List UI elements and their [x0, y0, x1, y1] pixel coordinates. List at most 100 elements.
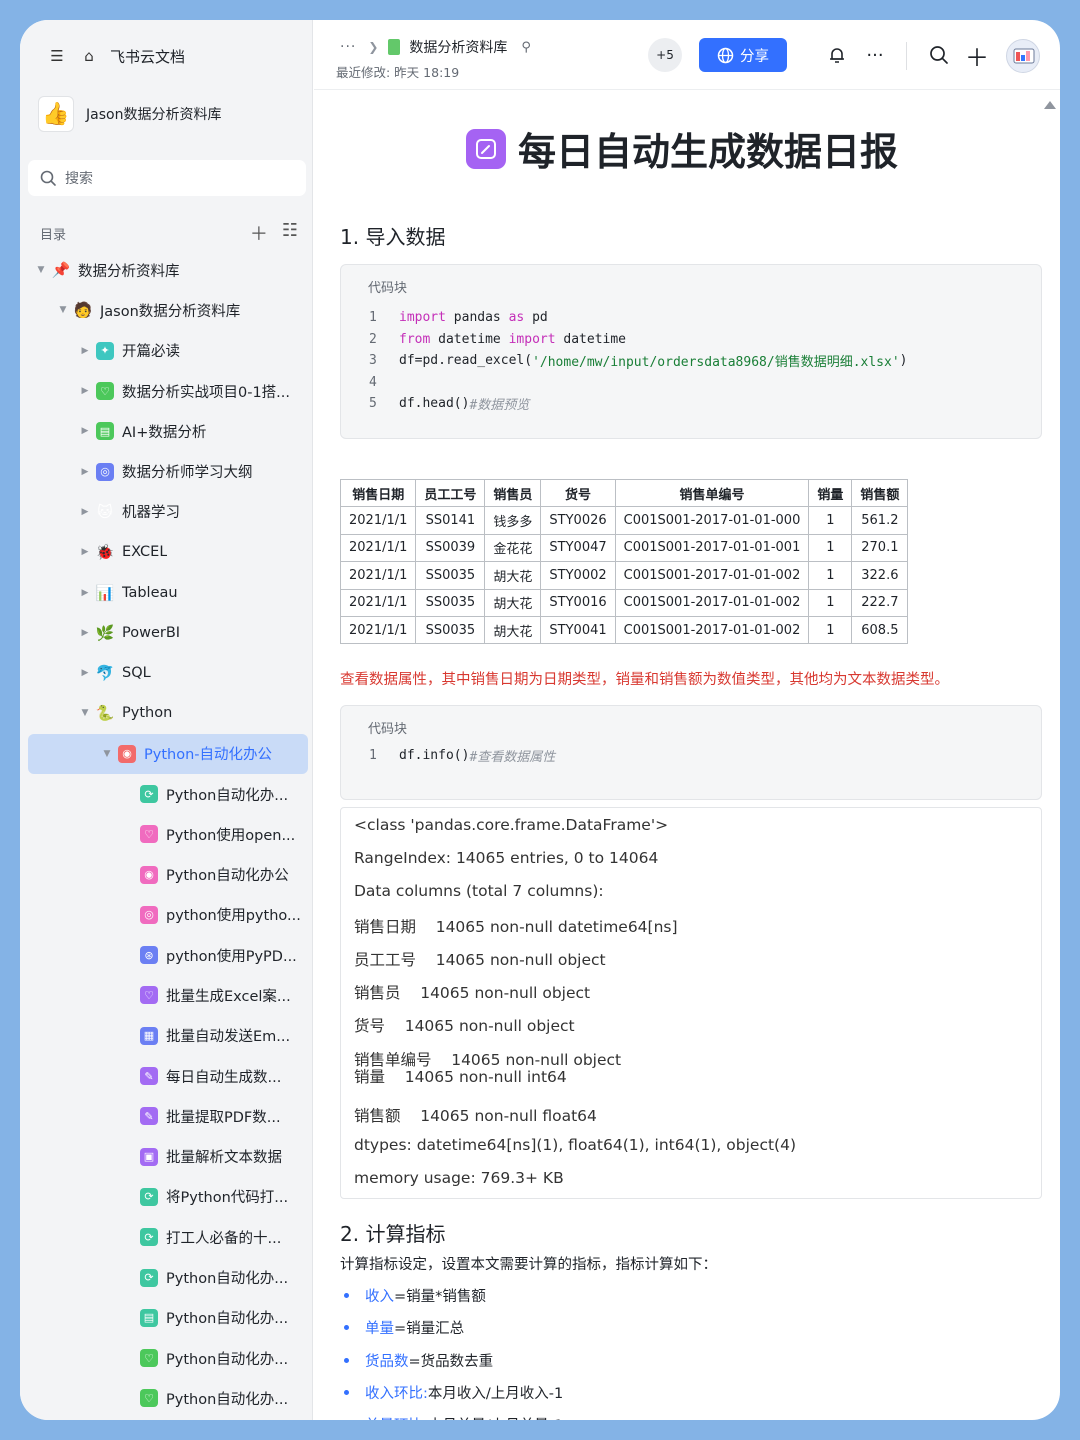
table-cell: 2021/1/1: [339, 615, 417, 645]
metric-name[interactable]: 单量环比:: [365, 1414, 428, 1420]
sidebar-item[interactable]: ▶ ◎ 数据分析师学习大纲: [28, 451, 308, 491]
sidebar-item[interactable]: ▶ ✦ 开篇必读: [28, 331, 308, 371]
caret-right-icon[interactable]: ▶: [78, 426, 92, 436]
doc-type-icon: 🌿: [95, 623, 115, 642]
code-line: 4: [369, 374, 377, 390]
sidebar-item[interactable]: ♡ Python自动化办...: [28, 1378, 308, 1418]
caret-right-icon[interactable]: ▶: [78, 346, 92, 356]
code-block-1[interactable]: 代码块 1 import pandas as pd 2 from datetime …: [340, 264, 1042, 439]
sidebar-item[interactable]: ♡ Python使用open...: [28, 814, 308, 854]
collapse-sidebar-icon[interactable]: ☰: [46, 45, 68, 67]
sidebar-item-label: Python自动化办公: [166, 868, 289, 885]
caret-right-icon[interactable]: ▶: [78, 467, 92, 477]
breadcrumb-doc-name[interactable]: 数据分析资料库: [409, 37, 507, 57]
search-box[interactable]: 搜索: [28, 160, 306, 196]
sidebar-item[interactable]: ▶ 🐞 EXCEL: [28, 532, 308, 572]
sidebar-item[interactable]: ♡ Python自动化办...: [28, 1338, 308, 1378]
sidebar-item[interactable]: ▶ 🐬 SQL: [28, 653, 308, 693]
sidebar-item[interactable]: ▶ 🌿 PowerBI: [28, 613, 308, 653]
sidebar-item[interactable]: ▶ ♡ 数据分析实战项目0-1搭...: [28, 371, 308, 411]
search-icon[interactable]: [926, 42, 952, 68]
sidebar-item[interactable]: ⟳ Python自动化办...: [28, 774, 308, 814]
doc-type-icon: 🧑: [73, 301, 93, 320]
metric-name[interactable]: 收入: [365, 1285, 394, 1306]
sidebar-item[interactable]: ✎ 每日自动生成数...: [28, 1056, 308, 1096]
code-line: 5 df.head() #数据预览: [369, 396, 530, 414]
scroll-up-arrow[interactable]: [1044, 101, 1056, 109]
pin-icon[interactable]: ⚲: [521, 40, 531, 55]
output-block: <class 'pandas.core.frame.DataFrame'> Ran…: [340, 807, 1042, 1199]
more-icon[interactable]: ···: [862, 42, 888, 68]
code-block-2[interactable]: 代码块 1 df.info() #查看数据属性: [340, 705, 1042, 800]
output-line: dtypes: datetime64[ns](1), float64(1), i…: [354, 1136, 796, 1154]
doc-type-icon: ⟳: [140, 1228, 158, 1247]
sidebar-item[interactable]: ✎ 批量提取PDF数...: [28, 1096, 308, 1136]
sidebar-item[interactable]: ♡ 批量生成Excel案...: [28, 975, 308, 1015]
thumbs-up-icon: 👍: [38, 96, 74, 132]
list-settings-icon[interactable]: ☷: [282, 220, 298, 246]
sidebar-item[interactable]: ▶ 🐱 机器学习: [28, 492, 308, 532]
sidebar-item-label: Python-自动化办公: [144, 747, 272, 764]
create-icon[interactable]: ＋: [964, 42, 990, 72]
table-cell: SS0035: [415, 588, 486, 617]
sidebar-item[interactable]: ▶ ▤ AI+数据分析: [28, 411, 308, 451]
caret-down-icon[interactable]: ▼: [100, 749, 114, 759]
sidebar-item-label: Python自动化办...: [166, 787, 289, 804]
sidebar-item[interactable]: ◉ Python自动化办公: [28, 854, 308, 894]
share-button[interactable]: 分享: [699, 38, 787, 72]
sidebar-item[interactable]: ▦ 批量自动发送Em...: [28, 1016, 308, 1056]
section-heading-2: 2. 计算指标: [340, 1222, 446, 1246]
sidebar-item[interactable]: ⟳ Python自动化办...: [28, 1257, 308, 1297]
page-title: 每日自动生成数据日报: [518, 130, 899, 174]
table-cell: 胡大花: [484, 615, 542, 645]
sidebar-item[interactable]: ▣ 批量解析文本数据: [28, 1137, 308, 1177]
sidebar-item[interactable]: ▼ 🐍 Python: [28, 693, 308, 733]
sidebar-item[interactable]: ▼ 🧑 Jason数据分析资料库: [28, 290, 308, 330]
bell-icon[interactable]: [824, 42, 850, 68]
sidebar-item[interactable]: ⟳ 打工人必备的十...: [28, 1217, 308, 1257]
home-icon[interactable]: ⌂: [78, 45, 100, 67]
table-cell: 1: [808, 533, 853, 563]
metric-name[interactable]: 单量: [365, 1317, 394, 1338]
code-line: 2 from datetime import datetime: [369, 331, 627, 347]
output-line: RangeIndex: 14065 entries, 0 to 14064: [354, 849, 659, 867]
table-cell: C001S001-2017-01-01-001: [614, 533, 810, 563]
doc-type-icon: ◎: [96, 462, 114, 481]
sidebar-item[interactable]: ▤ Python自动化办...: [28, 1298, 308, 1338]
caret-right-icon[interactable]: ▶: [78, 547, 92, 557]
sidebar-item-label: Python自动化办...: [166, 1351, 289, 1368]
sidebar-item[interactable]: ⊛ python使用PyPD...: [28, 935, 308, 975]
caret-down-icon[interactable]: ▼: [78, 708, 92, 718]
more-crumbs-button[interactable]: ···: [340, 39, 356, 55]
sidebar-item[interactable]: ◎ python使用pytho...: [28, 895, 308, 935]
metric-name[interactable]: 货品数: [365, 1350, 409, 1371]
sidebar-item-label: PowerBI: [122, 624, 181, 641]
sidebar-item-label: 数据分析师学习大纲: [122, 465, 253, 482]
caret-right-icon[interactable]: ▶: [78, 588, 92, 598]
table-row: 2021/1/1 SS0035 胡大花 STY0002 C001S001-2017-01…: [339, 561, 909, 590]
sidebar-item[interactable]: ▶ 📊 Tableau: [28, 572, 308, 612]
doc-type-icon: ♡: [140, 1389, 158, 1408]
sidebar-item[interactable]: ▼ ◉ Python-自动化办公: [28, 733, 308, 774]
sidebar-item[interactable]: ▼ 📌 数据分析资料库: [28, 250, 308, 290]
collaborators-badge[interactable]: +5: [648, 38, 682, 72]
metric-name[interactable]: 收入环比:: [365, 1382, 428, 1403]
sidebar-item-label: Python自动化办...: [166, 1271, 289, 1288]
sidebar-item[interactable]: ⟳ 将Python代码打...: [28, 1177, 308, 1217]
sidebar-item-label: 批量提取PDF数...: [166, 1109, 281, 1126]
caret-right-icon[interactable]: ▶: [78, 386, 92, 396]
sidebar-item-label: Python自动化办...: [166, 1311, 289, 1328]
breadcrumb: ··· ❯ 数据分析资料库 ⚲: [340, 37, 531, 57]
avatar[interactable]: [1006, 39, 1040, 73]
caret-down-icon[interactable]: ▼: [56, 305, 70, 315]
app-name[interactable]: 飞书云文档: [110, 46, 185, 67]
table-cell: C001S001-2017-01-01-000: [614, 506, 810, 535]
caret-right-icon[interactable]: ▶: [78, 668, 92, 678]
caret-down-icon[interactable]: ▼: [34, 265, 48, 275]
table-cell: STY0026: [540, 506, 616, 535]
caret-right-icon[interactable]: ▶: [78, 507, 92, 517]
edit-doc-icon: [466, 128, 506, 169]
caret-right-icon[interactable]: ▶: [78, 628, 92, 638]
add-icon[interactable]: ＋: [250, 220, 268, 246]
workspace-header[interactable]: 👍 Jason数据分析资料库: [38, 96, 221, 132]
